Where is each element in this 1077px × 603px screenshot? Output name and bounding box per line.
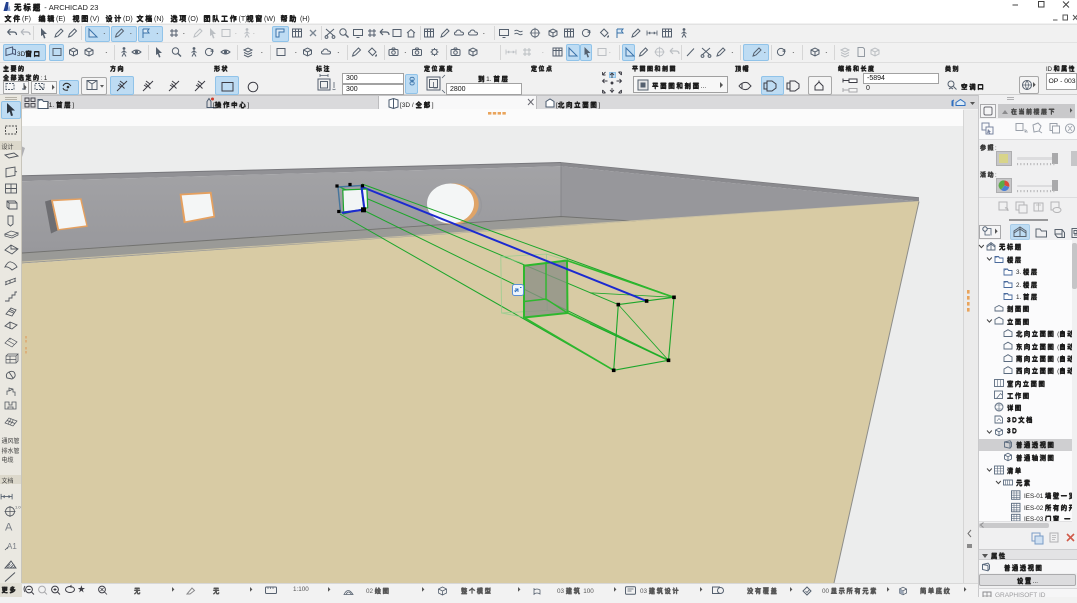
svg-text:A: A bbox=[5, 522, 13, 534]
svg-text:1.0: 1.0 bbox=[15, 505, 21, 510]
svg-text:A1: A1 bbox=[7, 542, 17, 551]
